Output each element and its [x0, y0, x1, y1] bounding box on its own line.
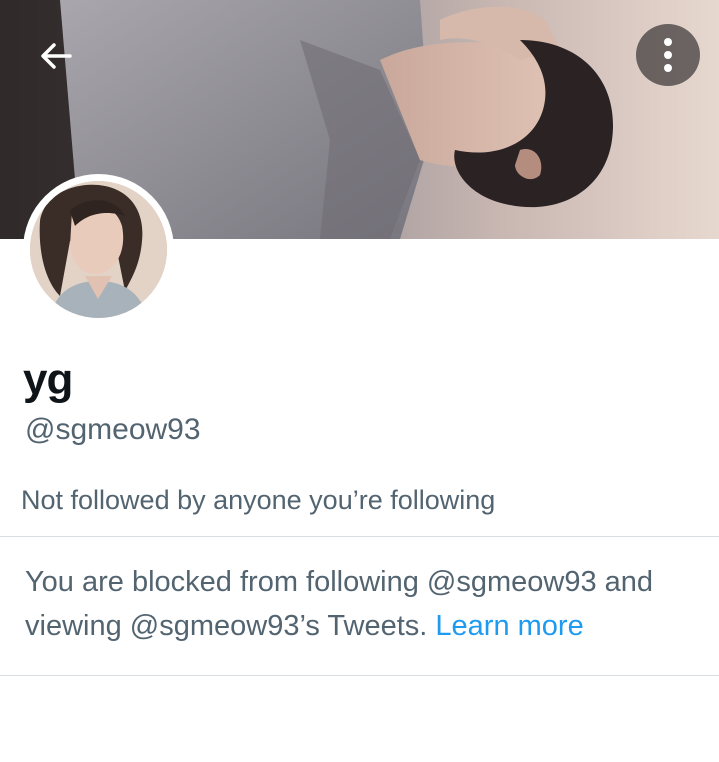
more-options-button[interactable]	[636, 24, 700, 86]
learn-more-link[interactable]: Learn more	[435, 610, 583, 642]
avatar-photo	[30, 181, 167, 318]
back-button[interactable]	[28, 28, 84, 84]
username-handle: @sgmeow93	[25, 413, 201, 446]
followers-you-know: Not followed by anyone you’re following	[21, 485, 496, 515]
blocked-notice: You are blocked from following @sgmeow93…	[25, 560, 715, 648]
divider	[0, 536, 719, 537]
divider	[0, 675, 719, 676]
arrow-left-icon	[41, 43, 72, 69]
more-vertical-icon	[664, 38, 672, 72]
display-name: yg	[23, 355, 73, 404]
avatar[interactable]	[23, 174, 174, 325]
